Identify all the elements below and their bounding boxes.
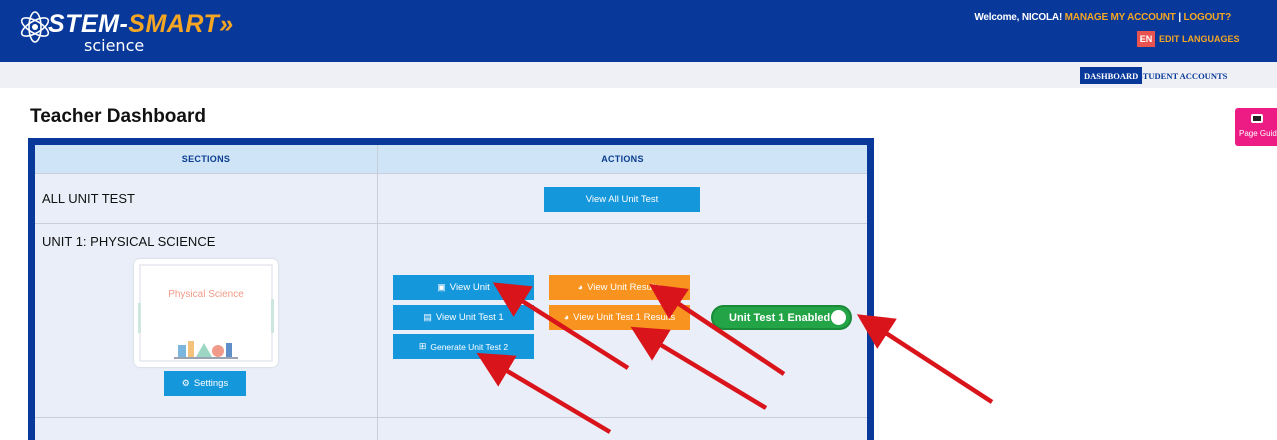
row-divider bbox=[35, 417, 867, 418]
generate-unit-test-label: Generate Unit Test 2 bbox=[430, 341, 509, 352]
row-divider bbox=[35, 223, 867, 224]
column-header-sections: SECTIONS bbox=[35, 145, 377, 173]
separator: | bbox=[1178, 12, 1181, 23]
nav-bar: DASHBOARD STUDENT ACCOUNTS bbox=[0, 62, 1277, 88]
view-unit-test-results-label: View Unit Test 1 Results bbox=[573, 312, 676, 323]
page-guide-label: Page Guide bbox=[1239, 129, 1277, 138]
view-all-unit-test-button[interactable]: View All Unit Test bbox=[544, 187, 700, 212]
unit-test-enabled-toggle[interactable]: Unit Test 1 Enabled bbox=[711, 305, 852, 330]
view-unit-test-label: View Unit Test 1 bbox=[435, 312, 504, 323]
section-unit-1: UNIT 1: PHYSICAL SCIENCE bbox=[42, 234, 216, 249]
view-unit-label: View Unit bbox=[449, 282, 490, 293]
column-header-actions: ACTIONS bbox=[378, 145, 867, 173]
page-guide-button[interactable]: Page Guide bbox=[1235, 108, 1277, 146]
monitor-icon bbox=[1251, 114, 1263, 123]
logo-smart-text: SMART bbox=[128, 10, 220, 38]
welcome-bar: Welcome, NICOLA! MANAGE MY ACCOUNT | LOG… bbox=[974, 12, 1231, 23]
view-unit-results-button[interactable]: ◕ View Unit Results bbox=[549, 275, 690, 300]
user-name: NICOLA! bbox=[1021, 12, 1063, 23]
toggle-label: Unit Test 1 Enabled bbox=[729, 312, 831, 324]
atom-icon bbox=[20, 11, 50, 43]
manage-account-link[interactable]: MANAGE MY ACCOUNT bbox=[1065, 12, 1176, 23]
view-unit-button[interactable]: ▣ View Unit bbox=[393, 275, 534, 300]
view-unit-test-results-button[interactable]: ◕ View Unit Test 1 Results bbox=[549, 305, 690, 330]
gear-icon: ⚙ bbox=[181, 378, 190, 388]
view-unit-results-label: View Unit Results bbox=[587, 282, 662, 293]
arrow-toggle bbox=[856, 314, 994, 404]
plus-square-icon: ⊞ bbox=[418, 341, 427, 351]
pie-chart-icon: ◕ bbox=[577, 282, 584, 292]
nav-dashboard[interactable]: DASHBOARD bbox=[1080, 67, 1143, 84]
row-divider bbox=[35, 173, 867, 174]
view-unit-test-button[interactable]: ▤ View Unit Test 1 bbox=[393, 305, 534, 330]
edit-languages-link[interactable]: EDIT LANGUAGES bbox=[1159, 34, 1240, 44]
logo-wordmark: STEM-SMART» bbox=[48, 10, 234, 39]
nav-student-accounts[interactable]: STUDENT ACCOUNTS bbox=[1138, 67, 1227, 84]
unit-thumbnail[interactable]: Physical Science bbox=[134, 259, 278, 367]
logo-subtitle: science bbox=[84, 36, 145, 55]
dashboard-panel: SECTIONS ACTIONS ALL UNIT TEST View All … bbox=[28, 138, 874, 440]
generate-unit-test-button[interactable]: ⊞ Generate Unit Test 2 bbox=[393, 334, 534, 359]
document-icon: ▤ bbox=[423, 312, 432, 322]
view-all-unit-test-label: View All Unit Test bbox=[585, 194, 659, 205]
logout-link[interactable]: LOGOUT? bbox=[1184, 12, 1232, 23]
welcome-prefix: Welcome, bbox=[974, 12, 1022, 23]
logo-stem-text: STEM- bbox=[48, 10, 129, 38]
page-title: Teacher Dashboard bbox=[30, 106, 206, 127]
top-header: STEM-SMART» science Welcome, NICOLA! MAN… bbox=[0, 0, 1277, 62]
language-row: EN EDIT LANGUAGES bbox=[1137, 31, 1240, 47]
thumbnail-title: Physical Science bbox=[168, 289, 244, 300]
settings-label: Settings bbox=[193, 378, 229, 389]
column-divider bbox=[377, 145, 378, 440]
settings-button[interactable]: ⚙ Settings bbox=[164, 371, 246, 396]
logo-chevrons: » bbox=[219, 10, 234, 38]
pie-chart-icon: ◕ bbox=[563, 312, 570, 322]
language-badge[interactable]: EN bbox=[1137, 31, 1155, 47]
lab-illustration bbox=[138, 264, 274, 362]
sections-table: SECTIONS ACTIONS ALL UNIT TEST View All … bbox=[35, 145, 867, 440]
image-icon: ▣ bbox=[437, 282, 446, 292]
toggle-knob bbox=[831, 310, 846, 325]
section-all-unit-test: ALL UNIT TEST bbox=[42, 191, 135, 206]
stem-smart-logo[interactable]: STEM-SMART» science bbox=[18, 8, 233, 58]
